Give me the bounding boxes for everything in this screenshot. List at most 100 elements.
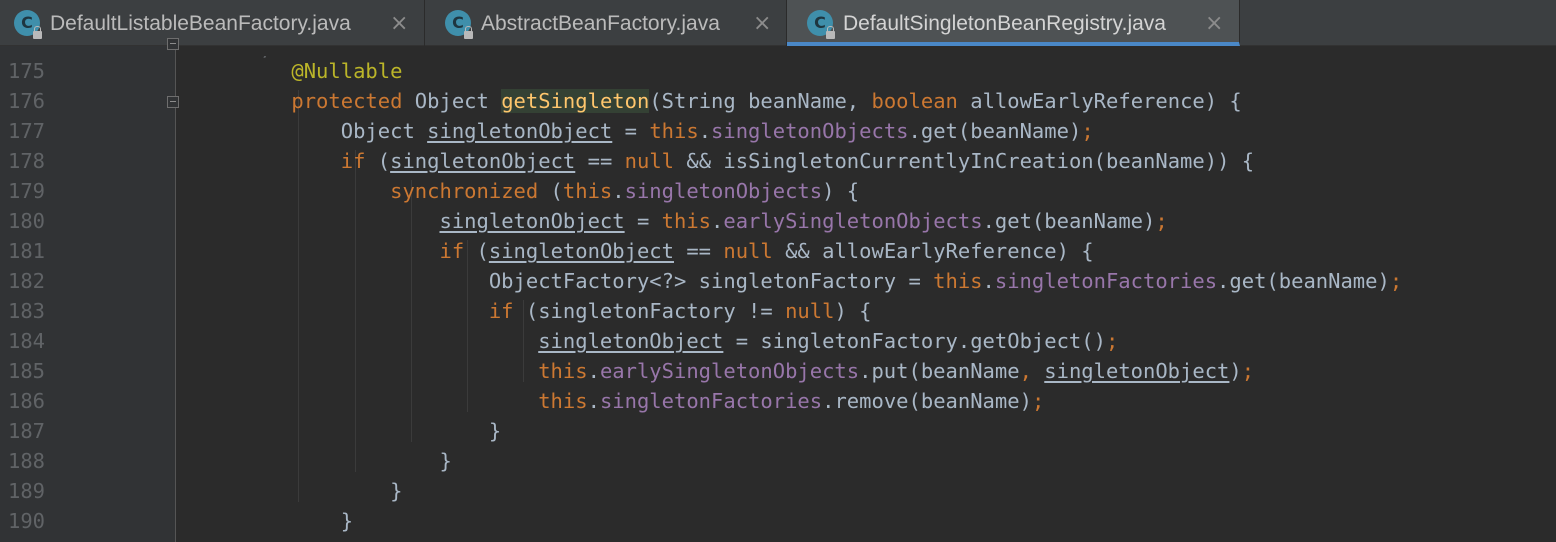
keyword-token: this <box>933 269 983 293</box>
line-number: 181 <box>8 239 46 263</box>
close-tab-icon[interactable]: × <box>1205 12 1223 36</box>
field-token: singletonFactories <box>994 269 1218 293</box>
keyword-token: ; <box>1081 119 1094 143</box>
code-line: this.earlySingletonObjects.put(beanName,… <box>242 356 1254 386</box>
variable-token: singletonObject <box>390 149 576 173</box>
field-token: singletonFactories <box>599 389 823 413</box>
code-line: singletonObject = singletonFactory.getOb… <box>242 326 1118 356</box>
code-token: (singletonFactory != <box>513 299 786 323</box>
lock-icon <box>464 26 473 39</box>
keyword-token: synchronized <box>390 179 539 203</box>
code-token: ) { <box>834 299 872 323</box>
keyword-token: null <box>785 299 835 323</box>
tab-label: DefaultSingletonBeanRegistry.java <box>843 12 1166 35</box>
line-number: 182 <box>8 269 46 293</box>
code-token: = singletonFactory.getObject() <box>723 329 1106 353</box>
code-token: .put(beanName <box>859 359 1020 383</box>
lock-icon <box>826 26 835 39</box>
code-token: .get(beanName) <box>908 119 1082 143</box>
line-number: 175 <box>8 59 46 83</box>
tab-default-singleton-bean-registry[interactable]: C DefaultSingletonBeanRegistry.java × <box>787 0 1240 46</box>
line-number: 177 <box>8 119 46 143</box>
variable-token: singletonObject <box>1044 359 1230 383</box>
tab-abstract-bean-factory[interactable]: C AbstractBeanFactory.java × <box>425 0 787 46</box>
line-number: 190 <box>8 509 46 533</box>
java-class-icon: C <box>14 10 42 39</box>
keyword-token: protected <box>291 89 403 113</box>
keyword-token: this <box>538 359 588 383</box>
field-token: earlySingletonObjects <box>599 359 860 383</box>
keyword-token: this <box>538 389 588 413</box>
keyword-token: ; <box>1031 389 1045 413</box>
code-token: . <box>587 389 600 413</box>
code-token: = <box>612 119 650 143</box>
line-number: 176 <box>8 89 46 113</box>
close-tab-icon[interactable]: × <box>753 12 771 36</box>
field-token: earlySingletonObjects <box>723 209 983 233</box>
lock-icon <box>33 26 42 39</box>
keyword-token: ; <box>1241 359 1255 383</box>
code-token: (String beanName, <box>649 89 872 113</box>
fold-collapse-icon[interactable] <box>167 96 179 108</box>
code-line: } <box>242 416 501 446</box>
code-token: } <box>242 509 354 533</box>
tab-label: AbstractBeanFactory.java <box>481 12 720 35</box>
code-token: . <box>698 119 712 143</box>
code-token: ObjectFactory<?> singletonFactory = <box>242 269 934 293</box>
code-token: .get(beanName) <box>1217 269 1390 293</box>
code-token: ) { <box>822 179 860 203</box>
code-token: } <box>242 449 452 473</box>
code-token: && allowEarlyReference) { <box>772 239 1094 263</box>
variable-token: singletonObject <box>538 329 724 353</box>
code-token: allowEarlyReference) { <box>957 89 1242 113</box>
keyword-token: null <box>624 149 675 173</box>
line-number: 178 <box>8 149 46 173</box>
code-line: @Nullable <box>242 56 402 86</box>
close-tab-icon[interactable]: × <box>390 12 408 36</box>
tab-default-listable-bean-factory[interactable]: C DefaultListableBeanFactory.java × <box>0 0 425 46</box>
line-number: 179 <box>8 179 46 203</box>
variable-token: singletonObject <box>488 239 674 263</box>
keyword-token: ; <box>1105 329 1119 353</box>
line-number: 188 <box>8 449 46 473</box>
code-line: } <box>242 446 452 476</box>
code-line: if (singletonObject == null && allowEarl… <box>242 236 1094 266</box>
code-token: ( <box>365 149 391 173</box>
code-token: == <box>575 149 625 173</box>
code-token: . <box>711 209 724 233</box>
code-token: && isSingletonCurrentlyInCreation(beanNa… <box>674 149 1255 173</box>
keyword-token: if <box>340 149 366 173</box>
code-line: singletonObject = this.earlySingletonObj… <box>242 206 1168 236</box>
code-token: ( <box>464 239 489 263</box>
keyword-token: boolean <box>871 89 958 113</box>
editor-tab-bar: C DefaultListableBeanFactory.java × C Ab… <box>0 0 1556 46</box>
code-line: } <box>242 506 353 536</box>
keyword-token: if <box>488 299 514 323</box>
code-line: if (singletonObject == null && isSinglet… <box>242 146 1254 176</box>
keyword-token: if <box>439 239 465 263</box>
keyword-token: ; <box>1155 209 1168 233</box>
line-number: 189 <box>8 479 46 503</box>
code-token: .remove(beanName) <box>822 389 1032 413</box>
line-number: 186 <box>8 389 46 413</box>
code-line: Object singletonObject = this.singletonO… <box>242 116 1094 146</box>
code-token: ) <box>1229 359 1242 383</box>
fold-end-icon[interactable] <box>167 38 179 50</box>
code-line: synchronized (this.singletonObjects) { <box>242 176 859 206</box>
line-number: 187 <box>8 419 46 443</box>
code-token: . <box>982 269 995 293</box>
code-line: ObjectFactory<?> singletonFactory = this… <box>242 266 1402 296</box>
field-token: singletonObjects <box>711 119 909 143</box>
keyword-token: null <box>723 239 773 263</box>
java-class-icon: C <box>445 10 473 39</box>
variable-token: singletonObject <box>439 209 625 233</box>
keyword-token: ; <box>1389 269 1403 293</box>
keyword-token: this <box>562 179 613 203</box>
